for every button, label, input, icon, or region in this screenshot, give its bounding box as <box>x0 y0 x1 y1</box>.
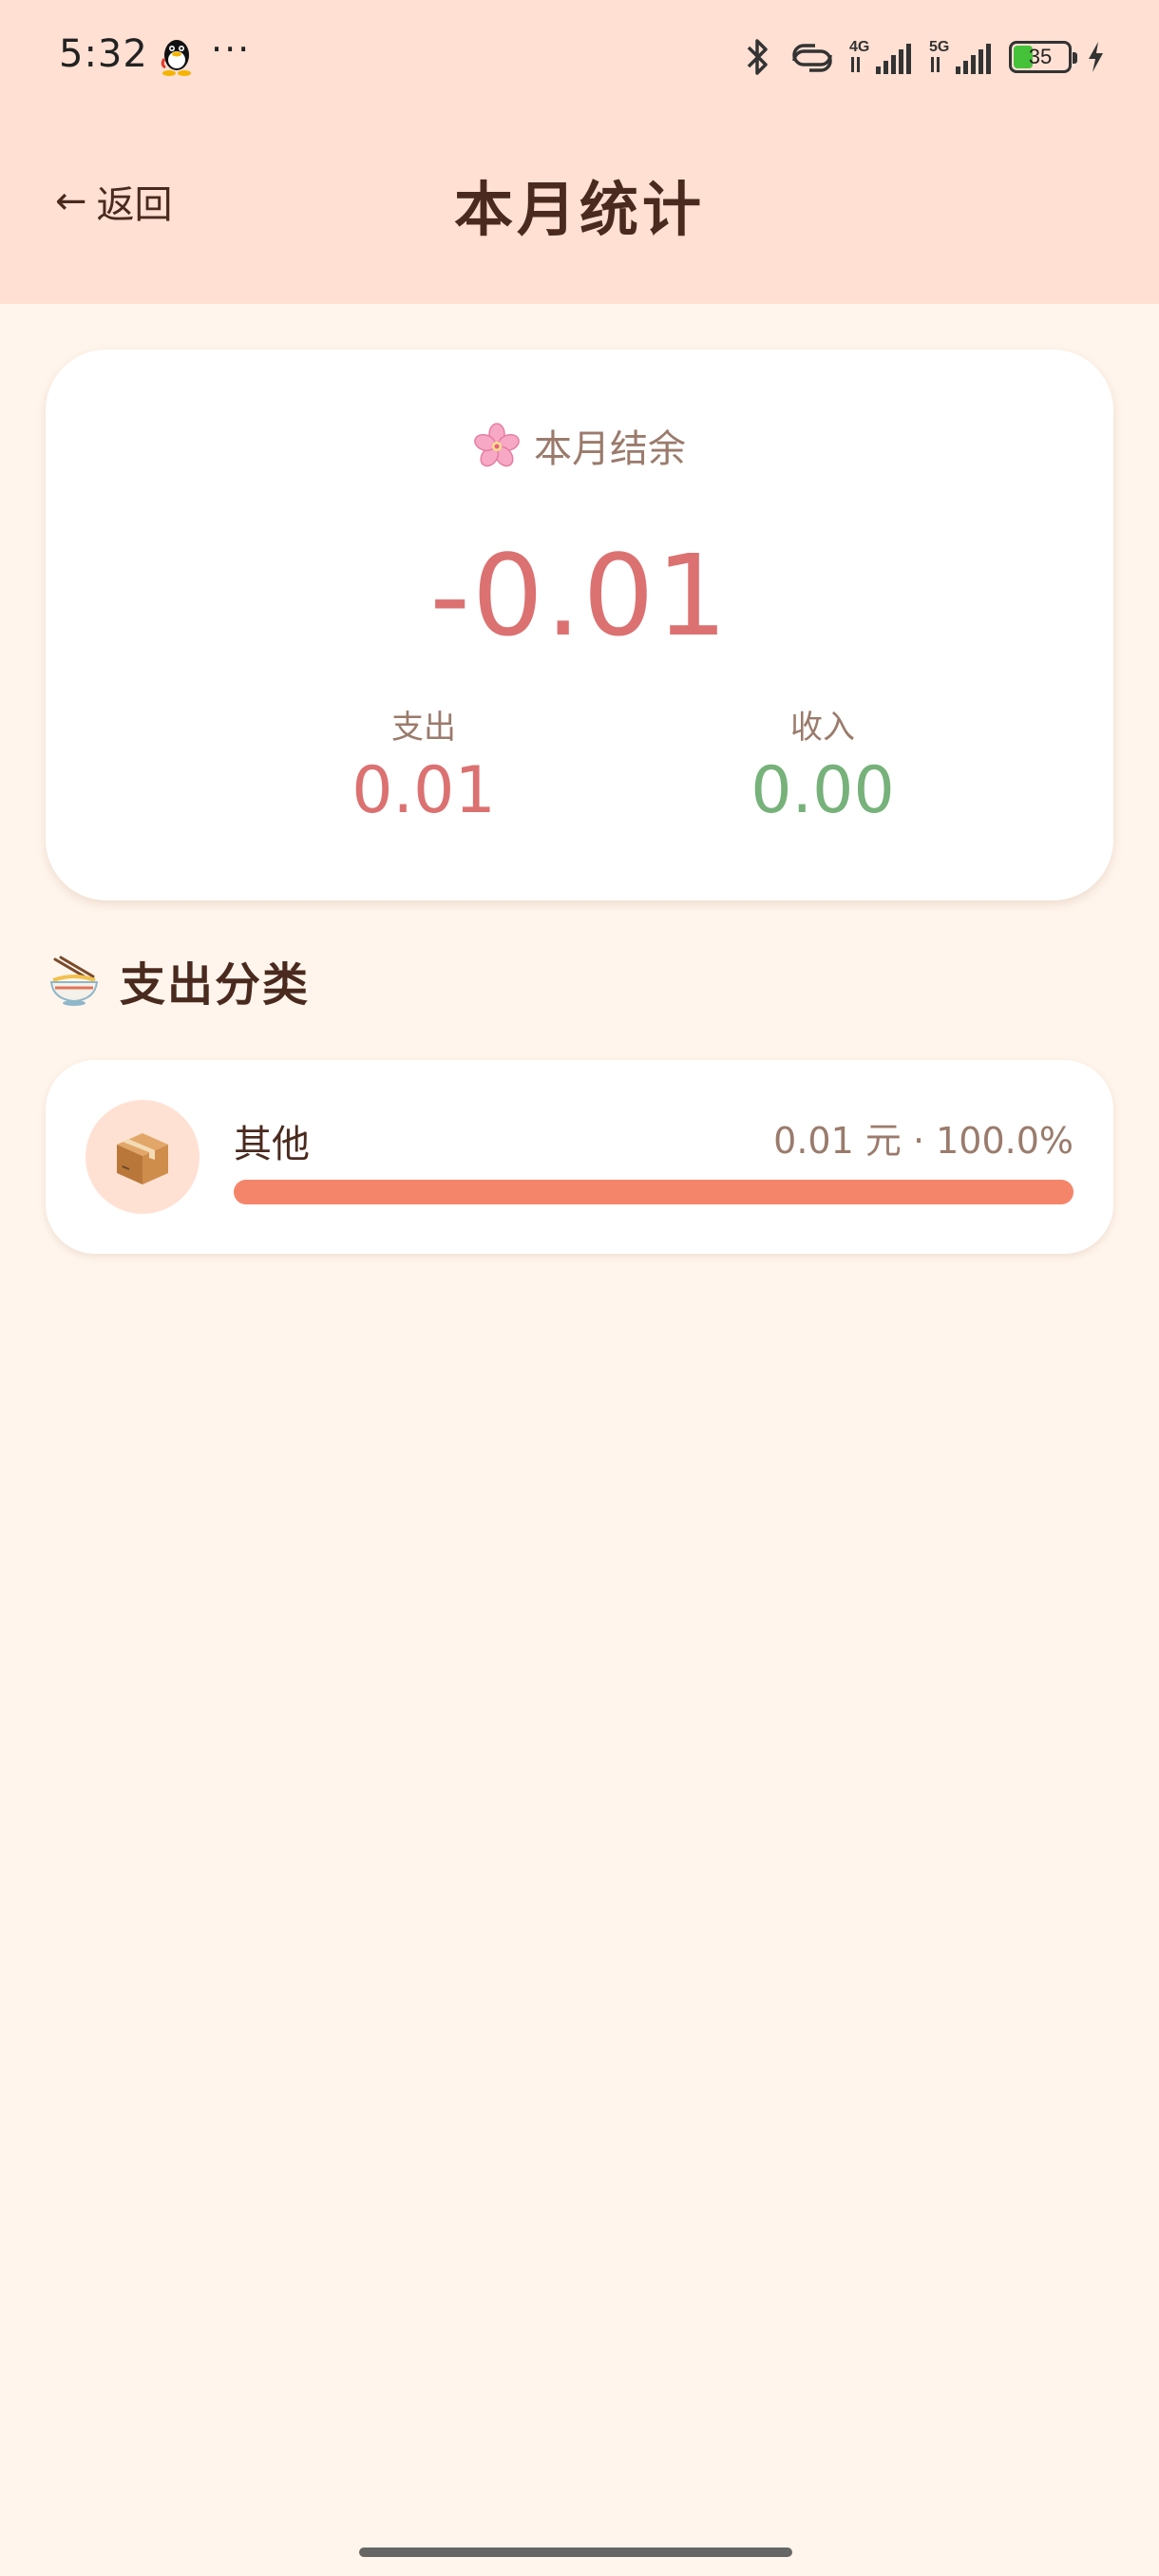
bluetooth-icon <box>747 39 768 75</box>
expense-category-heading: 支出分类 <box>46 946 310 1014</box>
summary-label: 本月结余 <box>534 427 686 471</box>
battery-nub <box>1073 52 1077 64</box>
expense-value: 0.01 <box>352 753 496 828</box>
noodle-bowl-icon <box>49 956 99 1006</box>
charging-icon <box>1089 42 1103 72</box>
status-time: 5:32 <box>59 32 148 76</box>
expense-stat: 支出 0.01 <box>281 701 566 828</box>
network-5g-label: 5G <box>929 39 949 55</box>
home-indicator[interactable] <box>359 2548 792 2557</box>
category-icon-circle <box>86 1100 200 1214</box>
signal-4g-icon: 4G <box>849 39 911 74</box>
signal-5g-icon: 5G <box>929 39 991 74</box>
balance-value: -0.01 <box>429 530 730 661</box>
qq-icon <box>161 40 191 76</box>
category-progress-fill <box>234 1180 1074 1204</box>
category-name: 其他 <box>234 1123 310 1166</box>
summary-label-row: 本月结余 <box>46 418 1113 473</box>
battery-icon: 35 <box>1009 41 1077 73</box>
network-4g-label: 4G <box>849 39 869 55</box>
package-icon <box>117 1133 168 1184</box>
income-label: 收入 <box>790 709 855 747</box>
category-amount: 0.01 元 · 100.0% <box>773 1120 1074 1162</box>
income-stat: 收入 0.00 <box>680 701 965 828</box>
status-icons: 4G 5G 35 <box>741 34 1106 80</box>
battery-percent: 35 <box>1028 45 1053 68</box>
section-title: 支出分类 <box>120 958 311 1012</box>
cherry-blossom-icon <box>474 423 520 467</box>
expense-label: 支出 <box>391 709 456 747</box>
page-title: 本月统计 <box>453 175 705 244</box>
monthly-summary-card: 本月结余 -0.01 支出 0.01 收入 0.00 <box>46 350 1113 900</box>
income-value: 0.00 <box>750 753 895 828</box>
more-notifications-icon: ··· <box>211 28 252 70</box>
category-progress-track <box>234 1180 1074 1204</box>
hotspot-icon <box>792 44 832 72</box>
category-card[interactable]: 其他 0.01 元 · 100.0% <box>46 1060 1113 1254</box>
status-bar: 5:32 ··· 4G 5G 35 <box>0 0 1159 114</box>
